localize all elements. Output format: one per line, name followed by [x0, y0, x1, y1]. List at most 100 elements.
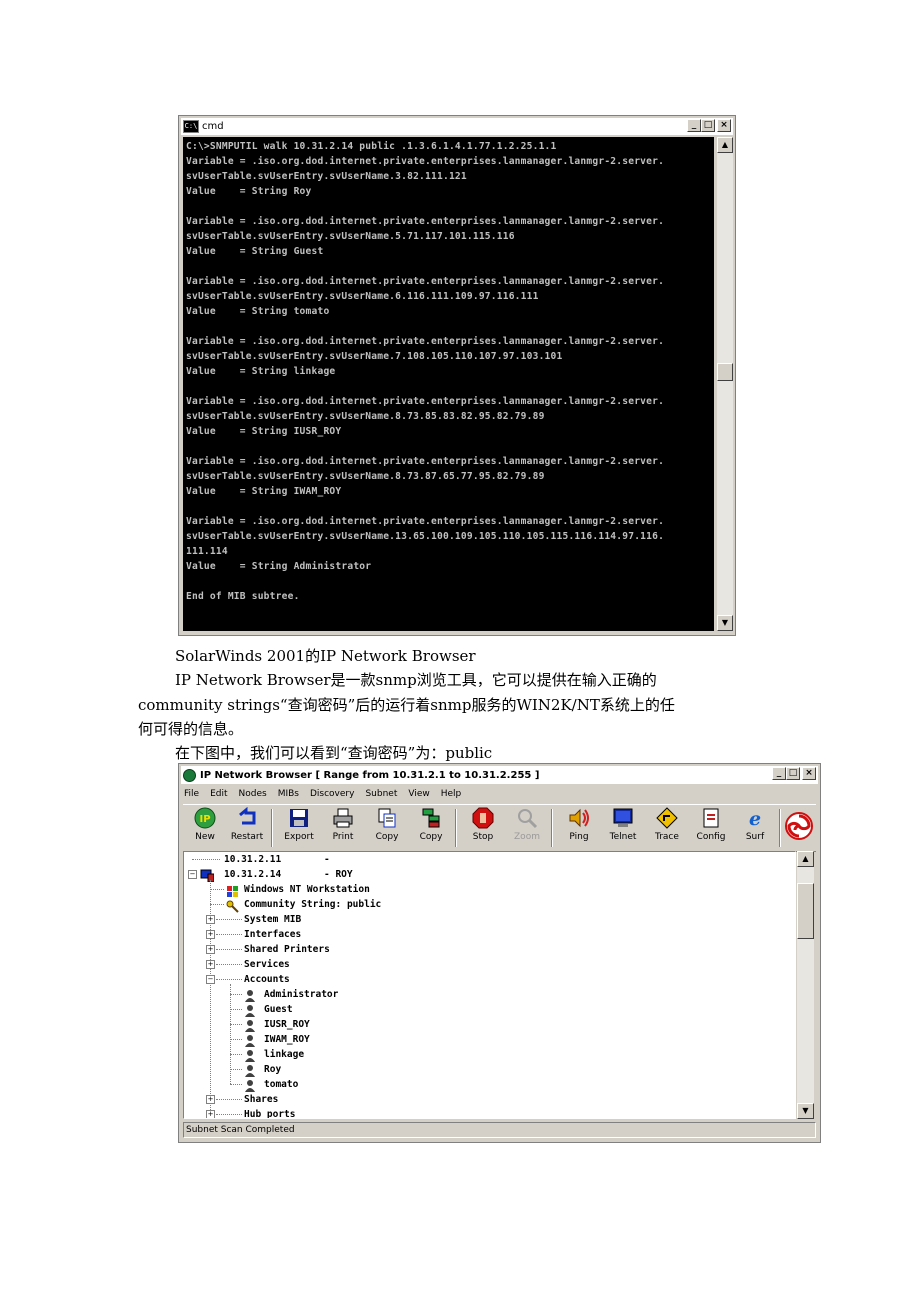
scroll-up-arrow-icon[interactable]: ▲: [797, 851, 814, 867]
tree-node-ip[interactable]: 10.31.2.11: [224, 852, 281, 867]
tree-folder[interactable]: Services: [244, 957, 290, 972]
app-icon: [183, 768, 196, 782]
scroll-thumb[interactable]: [717, 363, 733, 381]
tree-node-ip[interactable]: 10.31.2.14: [224, 867, 281, 882]
close-button[interactable]: ×: [717, 119, 731, 132]
ip-network-browser-window: IP Network Browser [ Range from 10.31.2.…: [178, 763, 821, 1143]
stop-button[interactable]: Stop: [461, 807, 505, 849]
console-icon: C:\: [183, 120, 199, 133]
expand-icon[interactable]: +: [206, 945, 215, 954]
status-bar: Subnet Scan Completed: [183, 1122, 816, 1138]
caption-text: SolarWinds 2001的IP Network Browser: [175, 647, 476, 665]
print-button[interactable]: Print: [321, 807, 365, 849]
tree-folder[interactable]: System MIB: [244, 912, 301, 927]
menu-subnet[interactable]: Subnet: [364, 789, 398, 799]
tree-folder[interactable]: Shared Printers: [244, 942, 330, 957]
restart-icon: [236, 806, 258, 829]
user-icon: [244, 987, 256, 1002]
export-button[interactable]: Export: [277, 807, 321, 849]
tree-scrollbar[interactable]: ▲ ▼: [797, 851, 814, 1119]
svg-text:IP: IP: [199, 814, 210, 825]
tree-os[interactable]: Windows NT Workstation: [244, 882, 370, 897]
expand-icon[interactable]: +: [206, 960, 215, 969]
solarwinds-logo-icon: [784, 811, 814, 841]
cmd-scrollbar[interactable]: ▲ ▼: [717, 137, 733, 631]
scroll-up-arrow-icon[interactable]: ▲: [717, 137, 733, 153]
copy-tree-icon: [420, 807, 442, 829]
user-icon: [244, 1047, 256, 1062]
minimize-button[interactable]: _: [687, 119, 701, 132]
tree-account[interactable]: IUSR_ROY: [264, 1017, 310, 1032]
maximize-button[interactable]: □: [701, 119, 715, 132]
copy-button[interactable]: Copy: [365, 807, 409, 849]
tree-account[interactable]: Guest: [264, 1002, 293, 1017]
cmd-window: C:\ cmd _ □ × C:\>SNMPUTIL walk 10.31.2.…: [178, 115, 736, 636]
menu-discovery[interactable]: Discovery: [309, 789, 355, 799]
scroll-thumb[interactable]: [797, 883, 814, 939]
tree-folder[interactable]: Shares: [244, 1092, 278, 1107]
tree-community-string[interactable]: Community String: public: [244, 897, 381, 912]
user-icon: [244, 1077, 256, 1092]
scroll-down-arrow-icon[interactable]: ▼: [717, 615, 733, 631]
print-icon: [332, 807, 354, 829]
surf-button[interactable]: e Surf: [733, 807, 777, 849]
ipb-titlebar[interactable]: IP Network Browser [ Range from 10.31.2.…: [181, 766, 818, 784]
ping-icon: [568, 807, 590, 829]
config-button[interactable]: Config: [689, 807, 733, 849]
trace-icon: [656, 807, 678, 829]
paragraph-line: 何可得的信息。: [138, 720, 244, 738]
minimize-button[interactable]: _: [772, 767, 786, 780]
menu-file[interactable]: File: [183, 789, 200, 799]
copy-tree-button[interactable]: Copy: [409, 807, 453, 849]
menu-mibs[interactable]: MIBs: [277, 789, 300, 799]
key-icon: [226, 898, 239, 913]
export-icon: [288, 807, 310, 829]
expand-icon[interactable]: +: [206, 1095, 215, 1104]
tree-account[interactable]: Administrator: [264, 987, 338, 1002]
menu-edit[interactable]: Edit: [209, 789, 228, 799]
toolbar: IP New Restart Export Print Copy Copy St…: [183, 804, 816, 852]
user-icon: [244, 1032, 256, 1047]
trace-button[interactable]: Trace: [645, 807, 689, 849]
cmd-titlebar[interactable]: C:\ cmd _ □ ×: [181, 118, 733, 135]
computer-icon: [200, 867, 215, 883]
node-tree[interactable]: 10.31.2.11 - − 10.31.2.14 - ROY Windows …: [183, 851, 796, 1119]
cmd-console[interactable]: C:\>SNMPUTIL walk 10.31.2.14 public .1.3…: [183, 137, 714, 631]
tree-folder[interactable]: Hub ports: [244, 1107, 295, 1118]
menu-view[interactable]: View: [407, 789, 430, 799]
stop-icon: [472, 807, 494, 829]
menu-help[interactable]: Help: [440, 789, 463, 799]
menu-bar: File Edit Nodes MIBs Discovery Subnet Vi…: [183, 786, 462, 802]
new-icon: IP: [194, 807, 216, 829]
tree-folder[interactable]: Interfaces: [244, 927, 301, 942]
copy-icon: [376, 807, 398, 829]
user-icon: [244, 1017, 256, 1032]
surf-icon: e: [744, 807, 766, 830]
collapse-icon[interactable]: −: [206, 975, 215, 984]
tree-account[interactable]: linkage: [264, 1047, 304, 1062]
svg-text:e: e: [749, 808, 761, 829]
expand-icon[interactable]: +: [206, 930, 215, 939]
paragraph-line: 在下图中，我们可以看到“查询密码”为：public: [175, 744, 493, 762]
ipb-title: IP Network Browser [ Range from 10.31.2.…: [200, 769, 540, 781]
collapse-icon[interactable]: −: [188, 870, 197, 879]
ping-button[interactable]: Ping: [557, 807, 601, 849]
maximize-button[interactable]: □: [786, 767, 800, 780]
restart-button[interactable]: Restart: [225, 806, 269, 849]
new-button[interactable]: IP New: [183, 807, 227, 849]
tree-folder[interactable]: Accounts: [244, 972, 290, 987]
close-button[interactable]: ×: [802, 767, 816, 780]
menu-nodes[interactable]: Nodes: [238, 789, 268, 799]
paragraph-line: IP Network Browser是一款snmp浏览工具，它可以提供在输入正确…: [175, 671, 657, 689]
telnet-button[interactable]: Telnet: [601, 807, 645, 849]
scroll-down-arrow-icon[interactable]: ▼: [797, 1103, 814, 1119]
tree-account[interactable]: IWAM_ROY: [264, 1032, 310, 1047]
tree-node-suffix: - ROY: [324, 869, 353, 880]
tree-account[interactable]: tomato: [264, 1077, 298, 1092]
solarwinds-logo: [781, 807, 817, 849]
tree-account[interactable]: Roy: [264, 1062, 281, 1077]
expand-icon[interactable]: +: [206, 915, 215, 924]
zoom-icon: [516, 807, 538, 829]
paragraph-line: community strings“查询密码”后的运行着snmp服务的WIN2K…: [138, 696, 675, 714]
expand-icon[interactable]: +: [206, 1110, 215, 1118]
